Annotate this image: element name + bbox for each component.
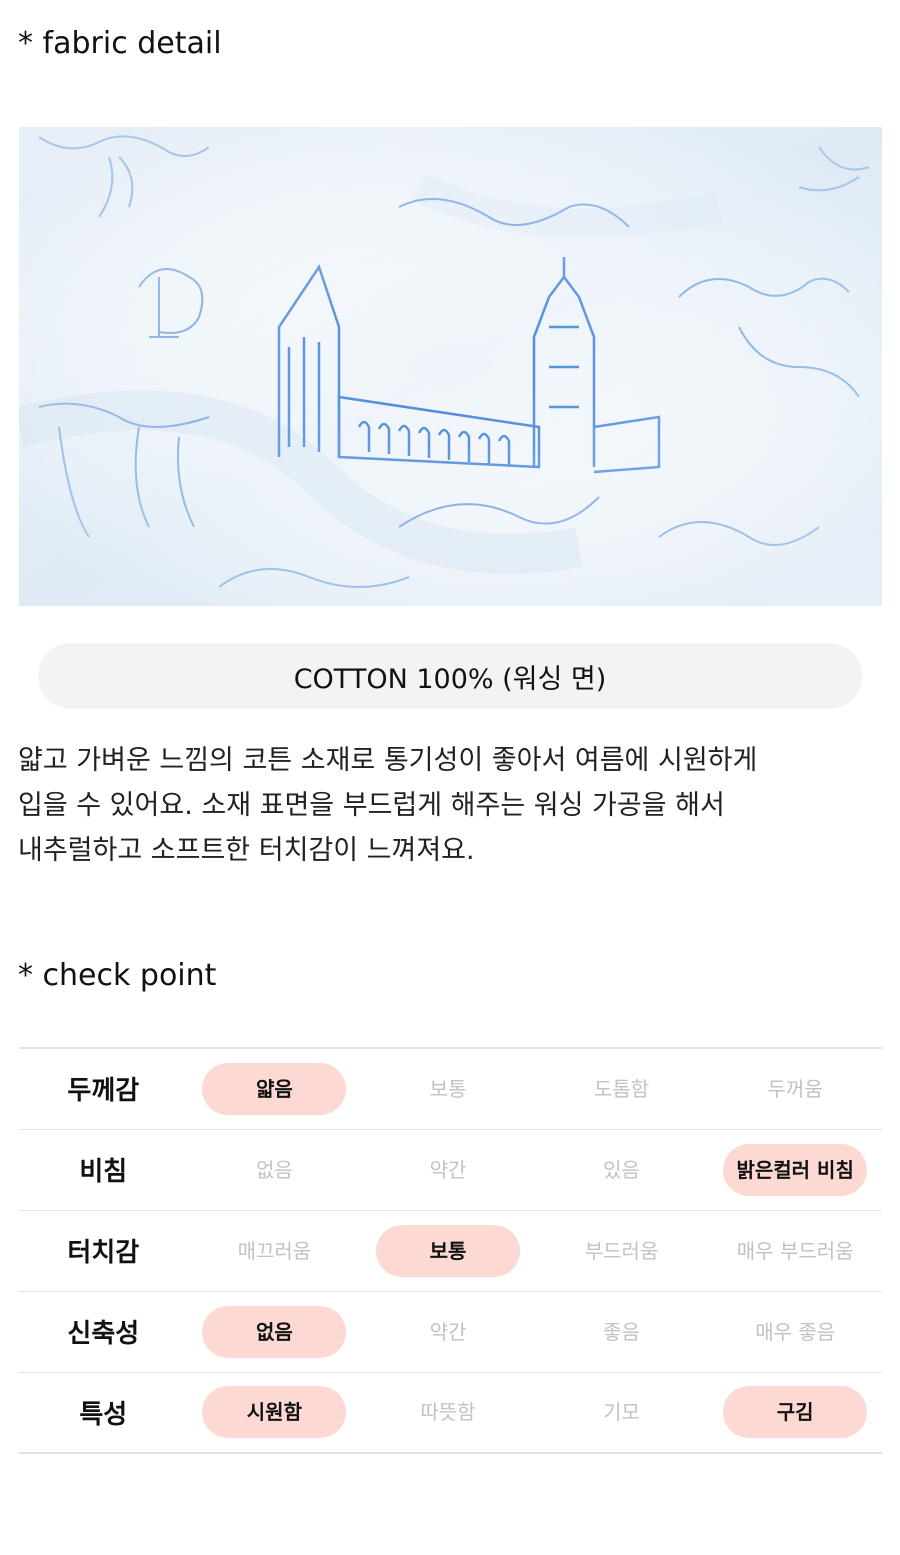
check-row-thickness: 두께감 얇음 보통 도톰함 두꺼움 [19,1048,882,1129]
check-row-sheerness: 비침 없음 약간 있음 밝은컬러 비침 [19,1129,882,1210]
option-pill: 부드러움 [584,1238,659,1263]
option-pill-selected: 밝은컬러 비침 [723,1143,868,1196]
option-pill-selected: 구김 [723,1386,868,1439]
fabric-composition-badge: COTTON 100% (워싱 면) [38,643,862,709]
option-pill: 좋음 [603,1319,640,1344]
check-row-features: 특성 시원함 따뜻함 기모 구김 [19,1372,882,1453]
option-pill: 없음 [255,1157,293,1182]
option-pill-selected: 시원함 [202,1386,347,1439]
option-pill-selected: 없음 [202,1305,347,1358]
option-pill: 따뜻함 [420,1400,476,1425]
row-label: 터치감 [67,1238,140,1268]
option-pill: 약간 [429,1319,467,1344]
option-pill: 매우 부드러움 [736,1238,854,1263]
option-pill-selected: 보통 [375,1224,520,1277]
row-label: 특성 [79,1399,128,1430]
option-pill: 두꺼움 [767,1076,823,1101]
option-pill: 기모 [603,1400,640,1425]
fabric-detail-title: * fabric detail [18,26,222,61]
option-pill: 보통 [429,1076,467,1101]
option-pill-selected: 얇음 [202,1062,347,1115]
check-row-stretch: 신축성 없음 약간 좋음 매우 좋음 [19,1291,882,1372]
option-pill: 매우 좋음 [755,1319,836,1344]
description-line: 얇고 가벼운 느낌의 코튼 소재로 통기성이 좋아서 여름에 시원하게 [18,745,758,776]
fabric-photo [19,127,882,606]
fabric-description: 얇고 가벼운 느낌의 코튼 소재로 통기성이 좋아서 여름에 시원하게 입을 수… [18,738,878,873]
check-row-touch: 터치감 매끄러움 보통 부드러움 매우 부드러움 [19,1210,882,1291]
check-point-title: * check point [18,958,217,993]
option-pill: 있음 [603,1157,640,1182]
option-pill: 약간 [429,1157,467,1182]
option-pill: 매끄러움 [237,1238,312,1263]
check-point-table: 두께감 얇음 보통 도톰함 두꺼움 비침 없음 약간 있음 밝은컬러 비침 터치… [19,1047,882,1454]
option-pill: 도톰함 [593,1076,650,1101]
description-line: 입을 수 있어요. 소재 표면을 부드럽게 해주는 워싱 가공을 해서 [18,790,725,821]
row-label: 신축성 [67,1319,140,1349]
row-label: 비침 [79,1157,128,1187]
description-line: 내추럴하고 소프트한 터치감이 느껴져요. [18,835,475,866]
row-label: 두께감 [67,1076,140,1107]
